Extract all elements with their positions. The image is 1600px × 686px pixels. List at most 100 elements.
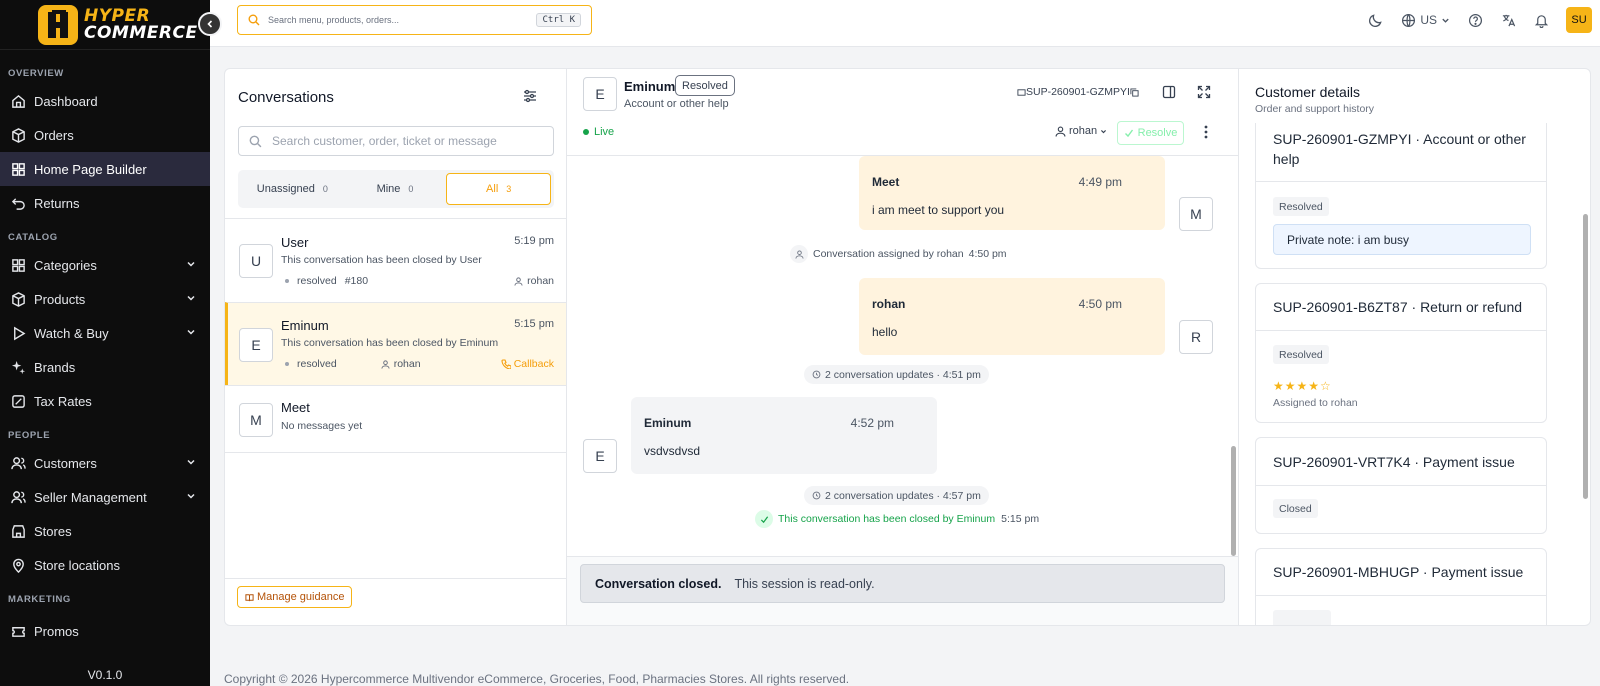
- conversation-name: Eminum: [281, 318, 329, 333]
- conversation-time: 5:19 pm: [514, 235, 554, 247]
- tab-all[interactable]: All 3: [446, 173, 552, 205]
- nav-item-returns[interactable]: Returns: [0, 186, 210, 220]
- resolve-button[interactable]: Resolve: [1117, 121, 1184, 145]
- chevron-down-icon: [1100, 128, 1107, 135]
- nav-item-label: Customers: [34, 455, 97, 471]
- tab-label: Unassigned: [256, 183, 315, 195]
- status-text: resolved: [297, 275, 337, 287]
- ticket-title: SUP-260901-GZMPYI · Account or other hel…: [1273, 131, 1526, 167]
- chevron-down-icon[interactable]: [186, 457, 196, 467]
- chat-header: E Eminum Resolved Account or other help …: [567, 69, 1238, 156]
- chevron-down-icon[interactable]: [186, 259, 196, 269]
- conversation-item[interactable]: M Meet No messages yet: [225, 385, 566, 453]
- ticket-card[interactable]: SUP-260901-GZMPYI · Account or other hel…: [1255, 123, 1547, 269]
- status-badge: Resolved: [675, 75, 735, 96]
- updates-pill[interactable]: 2 conversation updates · 4:57 pm: [804, 486, 989, 505]
- callback-badge: Callback: [501, 358, 554, 370]
- read-only-banner: Conversation closed. This session is rea…: [580, 564, 1225, 603]
- conversation-name: Meet: [281, 400, 310, 415]
- grid-icon: [10, 257, 26, 273]
- conversation-item[interactable]: U User 5:19 pm This conversation has bee…: [225, 218, 566, 302]
- divider: [1256, 330, 1546, 331]
- nav-item-dashboard[interactable]: Dashboard: [0, 84, 210, 118]
- message-text: hello: [872, 325, 898, 339]
- conversation-preview: This conversation has been closed by Emi…: [281, 337, 499, 349]
- nav-item-products[interactable]: Products: [0, 282, 210, 316]
- status-badge: Resolved: [1273, 197, 1329, 216]
- tab-unassigned[interactable]: Unassigned 0: [241, 173, 344, 205]
- button-label: Resolve: [1137, 127, 1178, 139]
- brand-line1: HYPER: [84, 5, 151, 26]
- nav-section-label: MARKETING: [8, 594, 71, 605]
- nav-item-store-locations[interactable]: Store locations: [0, 548, 210, 582]
- scrollbar[interactable]: [1583, 214, 1588, 499]
- panel-subtitle: Order and support history: [1255, 103, 1375, 115]
- ticket-card[interactable]: SUP-260901-MBHUGP · Payment issue: [1255, 548, 1547, 625]
- tab-mine[interactable]: Mine 0: [344, 173, 447, 205]
- system-event-text: Conversation assigned by rohan: [813, 248, 964, 260]
- closed-event-text: This conversation has been closed by Emi…: [778, 513, 996, 525]
- conversation-item-selected[interactable]: E Eminum 5:15 pm This conversation has b…: [225, 302, 566, 385]
- ticket-title: SUP-260901-MBHUGP · Payment issue: [1273, 564, 1524, 580]
- bell-icon[interactable]: [1534, 13, 1549, 28]
- divider: [1256, 181, 1546, 182]
- customer-details-panel: Customer details Order and support histo…: [1238, 69, 1590, 625]
- ticket-icon: [10, 623, 26, 639]
- filter-settings-icon[interactable]: [523, 89, 537, 103]
- message-author: Meet: [872, 175, 900, 189]
- message-thread: Meet 4:49 pm i am meet to support you M …: [567, 156, 1238, 556]
- agent-name: rohan: [393, 358, 421, 370]
- assignee-name: rohan: [1069, 125, 1098, 137]
- message-bubble: Eminum 4:52 pm vsdvsdvsd: [631, 397, 937, 474]
- copy-icon[interactable]: [1130, 87, 1139, 97]
- global-search[interactable]: Search menu, products, orders... Ctrl K: [237, 5, 592, 35]
- more-vertical-icon[interactable]: [1204, 125, 1208, 139]
- agent-name: rohan: [527, 275, 554, 287]
- ticket-card[interactable]: SUP-260901-B6ZT87 · Return or refund Res…: [1255, 283, 1547, 423]
- nav-item-customers[interactable]: Customers: [0, 446, 210, 480]
- nav-item-tax-rates[interactable]: Tax Rates: [0, 384, 210, 418]
- nav-section-overview: OVERVIEW Dashboard Orders Home Page Buil…: [0, 60, 210, 220]
- nav-item-categories[interactable]: Categories: [0, 248, 210, 282]
- nav-item-stores[interactable]: Stores: [0, 514, 210, 548]
- nav-item-watch-buy[interactable]: Watch & Buy: [0, 316, 210, 350]
- nav-item-brands[interactable]: Brands: [0, 350, 210, 384]
- sidebar: HYPER COMMERCE OVERVIEW Dashboard Orders…: [0, 0, 210, 686]
- conversation-preview: This conversation has been closed by Use…: [281, 254, 482, 266]
- message-author: rohan: [872, 297, 906, 311]
- help-icon[interactable]: [1468, 13, 1483, 28]
- scrollbar[interactable]: [1231, 446, 1236, 556]
- sidebar-toggle-icon[interactable]: [1162, 85, 1176, 99]
- nav-section-label: CATALOG: [8, 232, 58, 243]
- assigned-text: Assigned to rohan: [1273, 397, 1358, 409]
- private-note: Private note: i am busy: [1273, 224, 1531, 255]
- tab-label: All: [486, 183, 499, 195]
- conversation-search-input[interactable]: Search customer, order, ticket or messag…: [238, 126, 554, 156]
- nav-item-orders[interactable]: Orders: [0, 118, 210, 152]
- brand-logo[interactable]: HYPER COMMERCE: [0, 0, 210, 50]
- nav-item-seller-management[interactable]: Seller Management: [0, 480, 210, 514]
- sidebar-collapse-button[interactable]: [198, 12, 222, 36]
- banner-title: Conversation closed.: [595, 576, 722, 591]
- chevron-down-icon[interactable]: [186, 491, 196, 501]
- chevron-down-icon[interactable]: [186, 293, 196, 303]
- updates-pill[interactable]: 2 conversation updates · 4:51 pm: [804, 365, 989, 384]
- nav-item-promos[interactable]: Promos: [0, 614, 210, 648]
- translate-icon[interactable]: [1501, 13, 1516, 28]
- nav-item-home-page-builder[interactable]: Home Page Builder: [0, 152, 210, 186]
- nav-item-label: Categories: [34, 257, 97, 273]
- avatar: U: [239, 244, 273, 278]
- ticket-id[interactable]: SUP-260901-GZMPYI: [1017, 86, 1139, 98]
- tab-count: 0: [408, 184, 414, 194]
- manage-guidance-button[interactable]: Manage guidance: [237, 586, 353, 608]
- message-time: 4:52 pm: [850, 416, 894, 430]
- chevron-down-icon[interactable]: [186, 327, 196, 337]
- expand-icon[interactable]: [1197, 85, 1211, 99]
- user-avatar[interactable]: SU: [1566, 7, 1592, 33]
- locale-selector[interactable]: US: [1401, 13, 1450, 28]
- message-text: vsdvsdvsd: [644, 444, 701, 458]
- moon-icon[interactable]: [1368, 13, 1383, 28]
- user-icon: [1055, 126, 1066, 137]
- ticket-card[interactable]: SUP-260901-VRT7K4 · Payment issue Closed: [1255, 437, 1547, 534]
- assignee-dropdown[interactable]: rohan: [1055, 125, 1107, 137]
